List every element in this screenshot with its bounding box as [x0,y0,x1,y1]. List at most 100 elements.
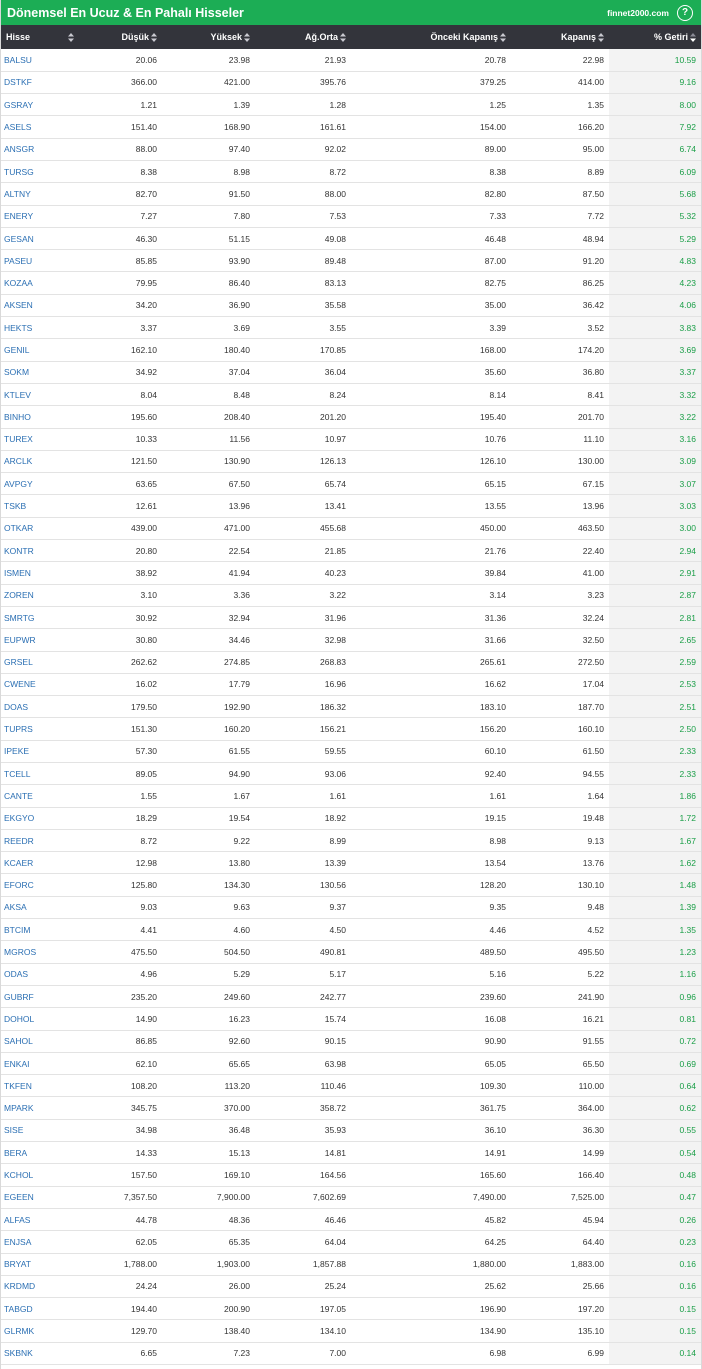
cell-onceki-kapanis: 195.40 [351,405,511,429]
stock-symbol-link[interactable]: AVPGY [1,472,85,496]
cell-dusuk: 20.80 [85,539,162,563]
stock-symbol-link[interactable]: GSRAY [1,93,85,117]
cell-yuksek: 8.98 [162,160,255,184]
cell-onceki-kapanis: 109.30 [351,1074,511,1098]
column-header-dusuk[interactable]: Düşük [85,25,162,49]
column-header-getiri[interactable]: % Getiri [609,25,701,49]
stock-symbol-link[interactable]: ALTNY [1,182,85,206]
stock-symbol-link[interactable]: BERA [1,1141,85,1165]
cell-kapanis: 197.20 [511,1297,609,1321]
cell-dusuk: 1.21 [85,93,162,117]
cell-dusuk: 345.75 [85,1096,162,1120]
stock-symbol-link[interactable]: TKFEN [1,1074,85,1098]
return-cell: 4.23 [609,271,701,295]
stock-symbol-link[interactable]: MGROS [1,940,85,964]
stock-symbol-link[interactable]: KCAER [1,851,85,875]
stock-symbol-link[interactable]: ASELS [1,115,85,139]
stock-symbol-link[interactable]: GUBRF [1,985,85,1009]
stock-symbol-link[interactable]: PASEU [1,249,85,273]
stock-symbol-link[interactable]: BRYAT [1,1253,85,1276]
stock-symbol-link[interactable]: EUPWR [1,628,85,652]
stock-symbol-link[interactable]: TABGD [1,1297,85,1321]
cell-yuksek: 8.48 [162,383,255,407]
stock-symbol-link[interactable]: AKSA [1,896,85,920]
stock-symbol-link[interactable]: IPEKE [1,740,85,764]
stock-symbol-link[interactable]: DOAS [1,695,85,719]
stock-symbol-link[interactable]: TUPRS [1,717,85,741]
help-icon[interactable]: ? [677,4,693,21]
stock-symbol-link[interactable]: EGEEN [1,1186,85,1209]
column-header-onceki-kapanis[interactable]: Önceki Kapanış [351,25,511,49]
return-cell: 0.26 [609,1208,701,1232]
stock-symbol-link[interactable]: ANSGR [1,138,85,161]
brand-link[interactable]: finnet2000.com [607,8,669,18]
stock-symbol-link[interactable]: HEKTS [1,316,85,340]
table-row: KONTR 20.80 22.54 21.85 21.76 22.40 2.94 [1,539,701,563]
cell-kapanis: 7,525.00 [511,1186,609,1209]
stock-symbol-link[interactable]: ALFAS [1,1208,85,1232]
stock-symbol-link[interactable]: DSTKF [1,71,85,95]
stock-symbol-link[interactable]: CWENE [1,673,85,697]
cell-ag-orta: 455.68 [255,517,351,541]
column-header-ag-orta[interactable]: Ağ.Orta [255,25,351,49]
stock-symbol-link[interactable]: ODAS [1,963,85,986]
stock-symbol-link[interactable]: ISMEN [1,561,85,585]
stock-symbol-link[interactable]: TCELL [1,762,85,786]
stock-symbol-link[interactable]: ENJSA [1,1230,85,1254]
cell-onceki-kapanis: 1,880.00 [351,1253,511,1276]
cell-ag-orta: 14.81 [255,1141,351,1165]
cell-kapanis: 91.20 [511,249,609,273]
stock-symbol-link[interactable]: AKSEN [1,294,85,318]
stock-symbol-link[interactable]: KTLEV [1,383,85,407]
cell-ag-orta: 36.04 [255,361,351,384]
column-header-kapanis[interactable]: Kapanış [511,25,609,49]
stock-symbol-link[interactable]: KOZAA [1,271,85,295]
stock-symbol-link[interactable]: BTCIM [1,918,85,942]
stock-symbol-link[interactable]: KCHOL [1,1163,85,1187]
table-row: GENIL 162.10 180.40 170.85 168.00 174.20 3.69 [1,338,701,362]
stock-symbol-link[interactable]: TUREX [1,428,85,451]
column-header-hisse[interactable]: Hisse [1,25,85,49]
stock-symbol-link[interactable]: SISE [1,1119,85,1143]
cell-ag-orta: 35.93 [255,1119,351,1143]
stock-symbol-link[interactable]: TSKB [1,494,85,518]
return-cell: 5.68 [609,182,701,206]
stock-symbol-link[interactable]: EFORC [1,873,85,897]
stock-symbol-link[interactable]: MPARK [1,1096,85,1120]
cell-onceki-kapanis: 35.00 [351,294,511,318]
table-row: SISE 34.98 36.48 35.93 36.10 36.30 0.55 [1,1119,701,1143]
stock-symbol-link[interactable]: TURSG [1,160,85,184]
stock-symbol-link[interactable]: KONTR [1,539,85,563]
cell-onceki-kapanis: 65.05 [351,1052,511,1076]
stock-symbol-link[interactable]: SOKM [1,361,85,384]
cell-onceki-kapanis: 1.61 [351,784,511,808]
stock-symbol-link[interactable]: SMRTG [1,606,85,630]
stock-symbol-link[interactable]: GESAN [1,227,85,251]
stock-symbol-link[interactable]: GLRMK [1,1319,85,1343]
cell-onceki-kapanis: 90.90 [351,1030,511,1053]
stock-symbol-link[interactable]: KRDMD [1,1275,85,1299]
stock-symbol-link[interactable]: ENERY [1,205,85,228]
return-cell: 1.62 [609,851,701,875]
stock-symbol-link[interactable]: BALSU [1,49,85,72]
stock-symbol-link[interactable]: EKGYO [1,807,85,830]
cell-yuksek: 91.50 [162,182,255,206]
stock-symbol-link[interactable]: BINHO [1,405,85,429]
stock-symbol-link[interactable]: GENIL [1,338,85,362]
stock-symbol-link[interactable]: ENKAI [1,1052,85,1076]
stock-symbol-link[interactable]: OTKAR [1,517,85,541]
cell-yuksek: 36.90 [162,294,255,318]
table-row: ALFAS 44.78 48.36 46.46 45.82 45.94 0.26 [1,1208,701,1232]
stock-symbol-link[interactable]: SKBNK [1,1342,85,1366]
stock-symbol-link[interactable]: ZOREN [1,584,85,607]
stock-symbol-link[interactable]: GRSEL [1,651,85,674]
stock-symbol-link[interactable]: CANTE [1,784,85,808]
stock-symbol-link[interactable]: ARCLK [1,450,85,474]
stock-symbol-link[interactable]: DOHOL [1,1007,85,1031]
cell-onceki-kapanis: 31.36 [351,606,511,630]
cell-dusuk: 89.05 [85,762,162,786]
stock-symbol-link[interactable]: SAHOL [1,1030,85,1053]
cell-dusuk: 262.62 [85,651,162,674]
stock-symbol-link[interactable]: REEDR [1,829,85,853]
column-header-yuksek[interactable]: Yüksek [162,25,255,49]
